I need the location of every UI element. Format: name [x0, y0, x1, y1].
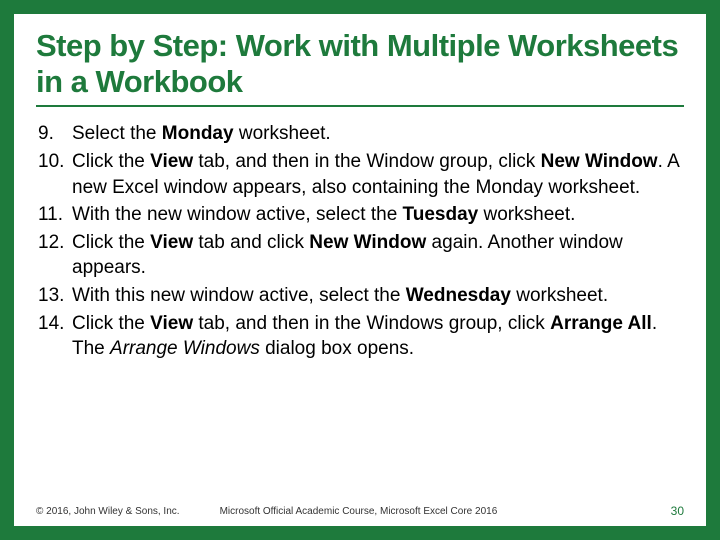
step-number: 9.	[36, 121, 72, 147]
step-number: 14.	[36, 311, 72, 362]
list-item: 13.With this new window active, select t…	[36, 283, 684, 309]
step-text: Click the View tab, and then in the Wind…	[72, 311, 684, 362]
content-area: 9.Select the Monday worksheet.10.Click t…	[36, 121, 684, 498]
step-number: 12.	[36, 230, 72, 281]
step-number: 10.	[36, 149, 72, 200]
list-item: 9.Select the Monday worksheet.	[36, 121, 684, 147]
step-text: Select the Monday worksheet.	[72, 121, 684, 147]
step-text: Click the View tab, and then in the Wind…	[72, 149, 684, 200]
step-text: With this new window active, select the …	[72, 283, 684, 309]
step-number: 13.	[36, 283, 72, 309]
step-text: With the new window active, select the T…	[72, 202, 684, 228]
list-item: 12.Click the View tab and click New Wind…	[36, 230, 684, 281]
course-text: Microsoft Official Academic Course, Micr…	[220, 506, 671, 517]
list-item: 11.With the new window active, select th…	[36, 202, 684, 228]
slide: Step by Step: Work with Multiple Workshe…	[14, 14, 706, 526]
footer: © 2016, John Wiley & Sons, Inc. Microsof…	[36, 498, 684, 518]
copyright-text: © 2016, John Wiley & Sons, Inc.	[36, 506, 180, 517]
page-number: 30	[671, 504, 684, 518]
step-number: 11.	[36, 202, 72, 228]
list-item: 10.Click the View tab, and then in the W…	[36, 149, 684, 200]
step-list: 9.Select the Monday worksheet.10.Click t…	[36, 121, 684, 362]
list-item: 14.Click the View tab, and then in the W…	[36, 311, 684, 362]
step-text: Click the View tab and click New Window …	[72, 230, 684, 281]
page-title: Step by Step: Work with Multiple Workshe…	[36, 28, 684, 107]
